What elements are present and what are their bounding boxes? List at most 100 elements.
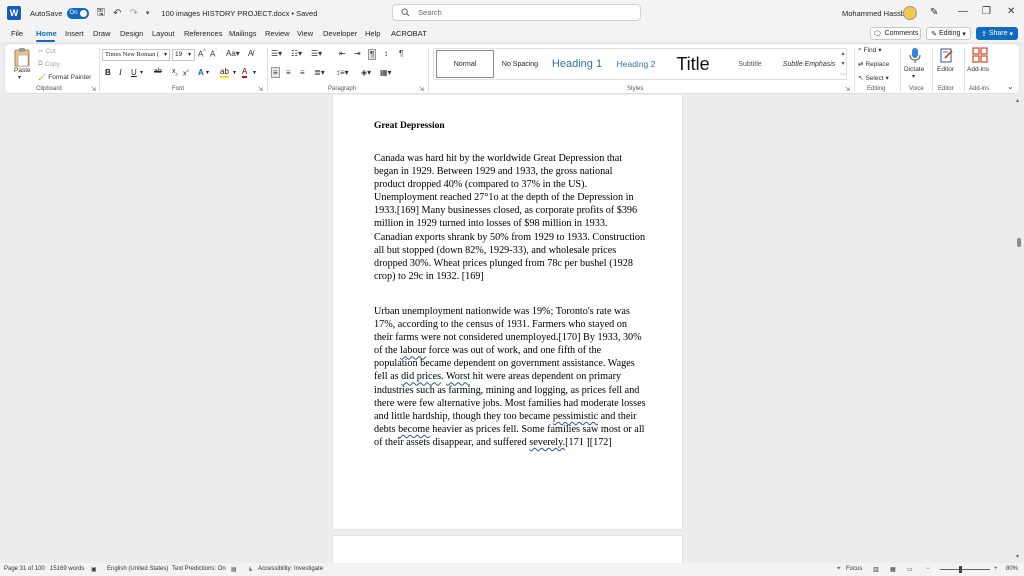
paste-button[interactable] <box>13 47 35 79</box>
word-count[interactable]: 15169 words <box>50 566 84 572</box>
document-page[interactable]: Great Depression Canada was hard hit by … <box>333 95 682 529</box>
chevron-down-icon[interactable]: ▾ <box>140 69 143 76</box>
next-document-page[interactable] <box>333 536 682 563</box>
style-heading-2[interactable]: Heading 2 <box>614 50 658 78</box>
text-predictions-indicator[interactable]: Text Predictions: On <box>172 566 226 572</box>
tab-help[interactable]: Help <box>365 29 380 38</box>
sort-icon[interactable]: ↕ <box>384 49 388 58</box>
tab-design[interactable]: Design <box>120 29 143 38</box>
style-subtitle[interactable]: Subtitle <box>726 50 774 78</box>
save-icon[interactable]: 🖫 <box>97 5 106 22</box>
document-title[interactable]: 100 images HISTORY PROJECT.docx • Saved <box>161 9 317 18</box>
decrease-indent-icon[interactable]: ⇤ <box>339 49 346 58</box>
multilevel-list-icon[interactable]: ☰▾ <box>311 49 322 58</box>
clipboard-launcher-icon[interactable]: ⇲ <box>91 86 96 93</box>
scroll-down-icon[interactable]: ▾ <box>1016 553 1019 560</box>
shading-icon[interactable]: ◈▾ <box>361 68 371 77</box>
select-button[interactable]: ↖ Select ▾ <box>858 74 889 83</box>
undo-icon[interactable]: ↶ <box>113 8 121 19</box>
underline-icon[interactable]: U <box>131 68 137 77</box>
flagged-word[interactable]: pessimistic <box>553 411 598 422</box>
comments-button[interactable]: 🗨 Comments <box>870 27 921 40</box>
language-indicator[interactable]: English (United States) <box>107 566 168 572</box>
shrink-font-icon[interactable]: Aˇ <box>210 49 217 59</box>
format-painter-button[interactable]: 🖌 Format Painter <box>38 73 91 82</box>
scroll-down-icon[interactable]: ▾ <box>841 60 844 67</box>
cut-button[interactable]: ✂ Cut <box>38 47 56 56</box>
style-heading-1[interactable]: Heading 1 <box>544 50 610 78</box>
macro-icon[interactable]: ▤ <box>231 566 237 573</box>
vertical-scrollbar-thumb[interactable] <box>1017 238 1021 247</box>
minimize-icon[interactable]: — <box>958 6 968 17</box>
style-normal[interactable]: Normal <box>436 50 494 78</box>
tab-view[interactable]: View <box>297 29 313 38</box>
replace-button[interactable]: ⇄ Replace <box>858 60 889 69</box>
font-size-dropdown[interactable]: 19 <box>172 49 195 61</box>
show-formatting-icon[interactable]: ¶ <box>368 49 377 60</box>
align-center-icon[interactable]: ≡ <box>286 68 291 77</box>
editor-button[interactable] <box>940 48 954 66</box>
pilcrow-icon[interactable]: ¶ <box>399 49 403 58</box>
chevron-down-icon[interactable]: ▾ <box>206 69 209 76</box>
tab-layout[interactable]: Layout <box>152 29 175 38</box>
find-button[interactable]: ⌕ Find ▾ <box>858 46 882 54</box>
italic-icon[interactable]: I <box>119 68 122 77</box>
redo-icon[interactable]: ↷ <box>129 8 137 19</box>
grow-font-icon[interactable]: A^ <box>198 49 206 59</box>
font-launcher-icon[interactable]: ⇲ <box>258 86 263 93</box>
chevron-down-icon[interactable]: ▾ <box>912 73 915 80</box>
chevron-down-icon[interactable]: ▾ <box>233 69 236 76</box>
focus-icon[interactable]: ⌖ <box>837 566 840 573</box>
style-subtle-emphasis[interactable]: Subtle Emphasis <box>776 50 842 78</box>
paste-dropdown-icon[interactable]: ▾ <box>18 74 21 81</box>
style-no-spacing[interactable]: No Spacing <box>498 50 542 78</box>
borders-icon[interactable]: ▦▾ <box>380 68 392 77</box>
copy-button[interactable]: ⧉ Copy <box>38 60 60 68</box>
zoom-out-icon[interactable]: − <box>926 566 930 572</box>
flagged-word[interactable]: severely. <box>529 437 565 448</box>
close-icon[interactable]: ✕ <box>1007 6 1015 17</box>
highlight-icon[interactable]: ab <box>220 68 229 78</box>
tab-home[interactable]: Home <box>36 29 57 38</box>
zoom-in-icon[interactable]: + <box>994 566 998 572</box>
chevron-down-icon[interactable]: ▾ <box>164 51 167 58</box>
web-layout-icon[interactable]: ▭ <box>907 566 913 573</box>
align-right-icon[interactable]: ≡ <box>300 68 305 77</box>
page-indicator[interactable]: Page 31 of 100 <box>4 566 45 572</box>
tab-insert[interactable]: Insert <box>65 29 84 38</box>
flagged-word[interactable]: labour <box>400 345 426 356</box>
scroll-up-icon[interactable]: ▴ <box>841 50 844 57</box>
tab-mailings[interactable]: Mailings <box>229 29 257 38</box>
tab-review[interactable]: Review <box>265 29 290 38</box>
flagged-word[interactable]: Worst <box>446 371 470 382</box>
strikethrough-icon[interactable]: ab <box>154 68 162 75</box>
autosave-toggle[interactable]: On <box>66 7 89 19</box>
text-effects-icon[interactable]: A <box>198 68 204 77</box>
collapse-ribbon-icon[interactable]: ⌄ <box>1007 82 1014 91</box>
clear-formatting-icon[interactable]: A̸ <box>248 49 253 58</box>
addins-button[interactable] <box>972 47 988 65</box>
read-mode-icon[interactable]: ▥ <box>873 566 879 573</box>
tab-draw[interactable]: Draw <box>93 29 111 38</box>
accessibility-icon[interactable]: ♿ <box>248 566 253 573</box>
accessibility-indicator[interactable]: Accessibility: Investigate <box>258 566 323 572</box>
document-canvas[interactable]: Great Depression Canada was hard hit by … <box>0 95 1024 563</box>
zoom-level[interactable]: 80% <box>1006 566 1018 572</box>
chevron-down-icon[interactable]: ▾ <box>253 69 256 76</box>
flagged-word[interactable]: did prices <box>401 371 441 382</box>
tab-references[interactable]: References <box>184 29 222 38</box>
flagged-word[interactable]: become <box>398 424 430 435</box>
line-spacing-icon[interactable]: ↕≡▾ <box>336 68 349 77</box>
tab-file[interactable]: File <box>11 29 23 38</box>
avatar[interactable] <box>903 6 917 20</box>
numbering-icon[interactable]: ☷▾ <box>291 49 302 58</box>
change-case-icon[interactable]: Aa▾ <box>226 49 240 58</box>
search-input[interactable]: Search <box>392 4 641 21</box>
styles-launcher-icon[interactable]: ⇲ <box>845 86 850 93</box>
justify-icon[interactable]: ≣▾ <box>314 68 325 77</box>
increase-indent-icon[interactable]: ⇥ <box>354 49 361 58</box>
font-color-icon[interactable]: A <box>242 68 248 78</box>
bold-icon[interactable]: B <box>105 68 111 77</box>
dictate-button[interactable] <box>909 48 921 66</box>
print-layout-icon[interactable]: ▦ <box>890 566 896 573</box>
